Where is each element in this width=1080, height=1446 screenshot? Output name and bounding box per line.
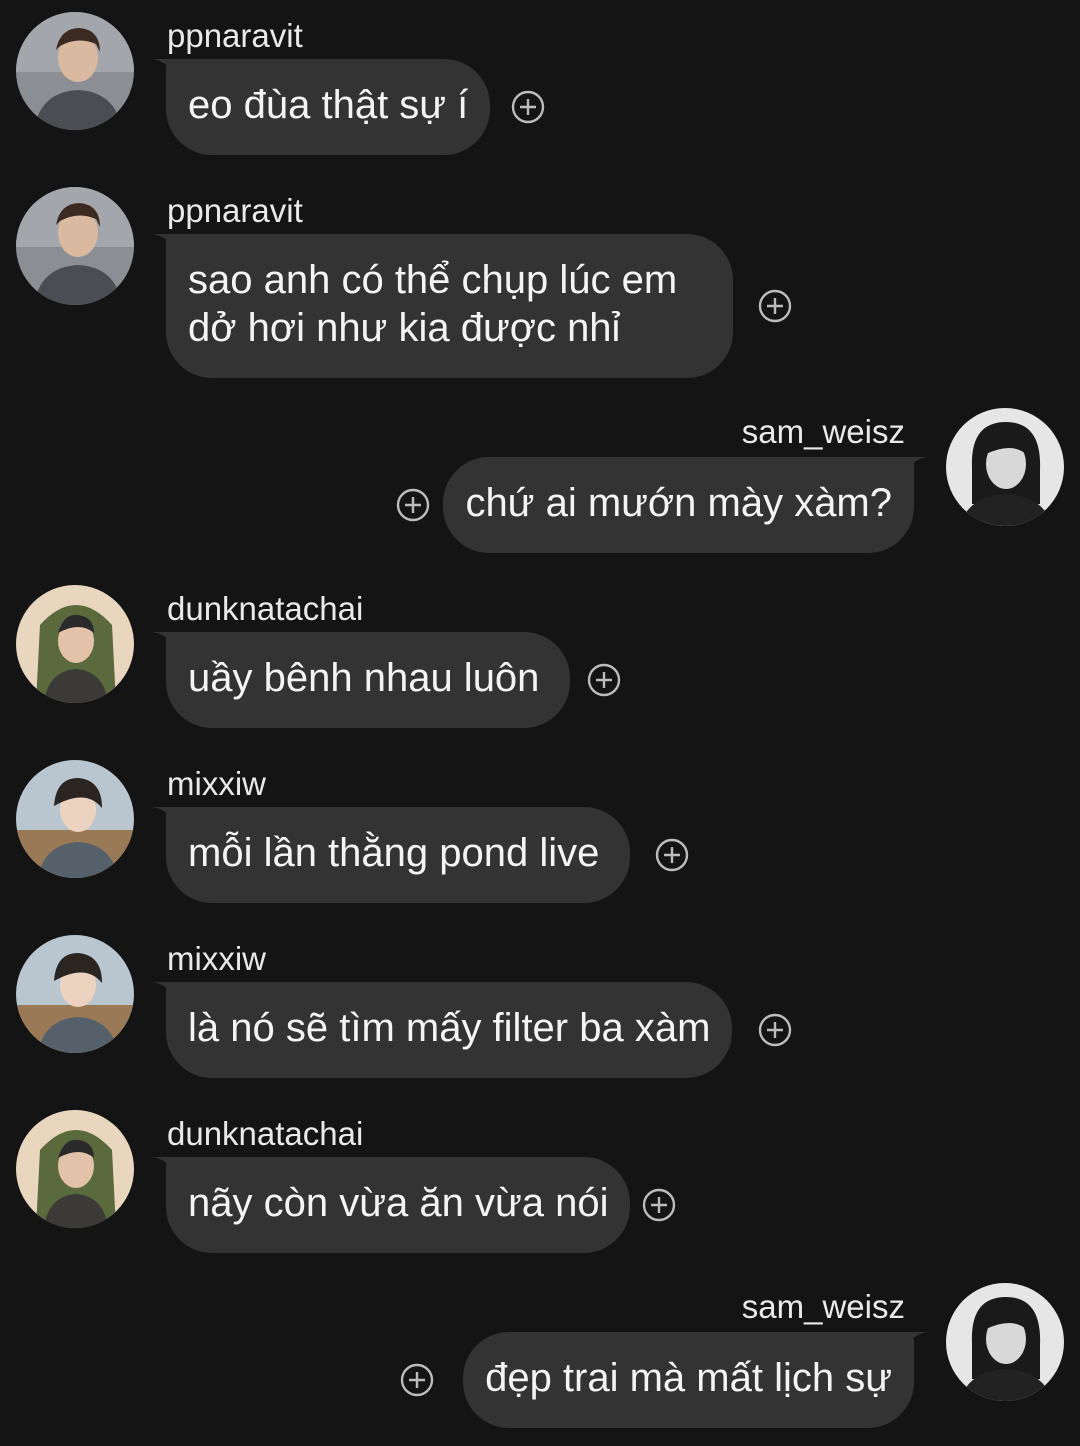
username[interactable]: dunknatachai — [167, 1114, 363, 1154]
username[interactable]: dunknatachai — [167, 589, 363, 629]
user-avatar-icon — [16, 187, 134, 305]
add-reaction-icon — [511, 90, 545, 124]
message-bubble[interactable]: đẹp trai mà mất lịch sự — [463, 1332, 914, 1428]
add-reaction-button[interactable] — [758, 289, 792, 323]
user-avatar-icon — [16, 760, 134, 878]
user-avatar-icon — [16, 1110, 134, 1228]
username[interactable]: sam_weisz — [742, 412, 905, 452]
username[interactable]: mixxiw — [167, 764, 266, 804]
avatar-sam-weisz[interactable] — [946, 408, 1064, 526]
user-avatar-icon — [946, 408, 1064, 526]
message-bubble[interactable]: là nó sẽ tìm mấy filter ba xàm — [166, 982, 733, 1078]
add-reaction-button[interactable] — [655, 838, 689, 872]
avatar-ppnaravit[interactable] — [16, 187, 134, 305]
avatar-ppnaravit[interactable] — [16, 12, 134, 130]
message-bubble[interactable]: uầy bênh nhau luôn — [166, 632, 571, 728]
add-reaction-icon — [396, 488, 430, 522]
add-reaction-icon — [587, 663, 621, 697]
add-reaction-button[interactable] — [511, 90, 545, 124]
username[interactable]: sam_weisz — [742, 1287, 905, 1327]
add-reaction-button[interactable] — [587, 663, 621, 697]
username[interactable]: ppnaravit — [167, 191, 303, 231]
add-reaction-button[interactable] — [396, 488, 430, 522]
add-reaction-button[interactable] — [758, 1013, 792, 1047]
message-bubble[interactable]: nãy còn vừa ăn vừa nói — [166, 1157, 631, 1253]
avatar-mixxiw[interactable] — [16, 935, 134, 1053]
avatar-dunknatachai[interactable] — [16, 1110, 134, 1228]
add-reaction-icon — [758, 1013, 792, 1047]
message-bubble[interactable]: eo đùa thật sự í — [166, 59, 491, 155]
username[interactable]: mixxiw — [167, 939, 266, 979]
add-reaction-button[interactable] — [642, 1188, 676, 1222]
username[interactable]: ppnaravit — [167, 16, 303, 56]
message-bubble[interactable]: chứ ai mướn mày xàm? — [443, 457, 914, 553]
user-avatar-icon — [946, 1283, 1064, 1401]
add-reaction-icon — [655, 838, 689, 872]
add-reaction-icon — [758, 289, 792, 323]
avatar-dunknatachai[interactable] — [16, 585, 134, 703]
avatar-sam-weisz[interactable] — [946, 1283, 1064, 1401]
user-avatar-icon — [16, 935, 134, 1053]
user-avatar-icon — [16, 585, 134, 703]
message-bubble[interactable]: mỗi lần thằng pond live — [166, 807, 631, 903]
add-reaction-button[interactable] — [400, 1363, 434, 1397]
user-avatar-icon — [16, 12, 134, 130]
message-bubble[interactable]: sao anh có thể chụp lúc em dở hơi như ki… — [166, 234, 733, 378]
add-reaction-icon — [642, 1188, 676, 1222]
avatar-mixxiw[interactable] — [16, 760, 134, 878]
add-reaction-icon — [400, 1363, 434, 1397]
